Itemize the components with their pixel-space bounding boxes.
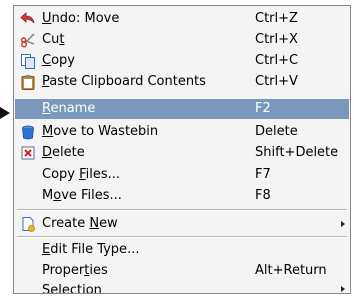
submenu-arrow-icon — [341, 221, 345, 227]
menu-item-undo[interactable]: Undo: Move Ctrl+Z — [15, 9, 349, 29]
menu-item-move-files[interactable]: Move Files... F8 — [15, 186, 349, 206]
menu-item-shortcut: Shift+Delete — [255, 145, 339, 160]
menu-separator — [17, 209, 347, 211]
menu-item-edit-file-type[interactable]: Edit File Type... — [15, 240, 349, 260]
menu-item-shortcut: Ctrl+V — [255, 74, 298, 89]
menu-item-shortcut: F2 — [255, 101, 271, 116]
menu-item-label: Move to Wastebin — [42, 124, 159, 139]
menu-item-move-to-wastebin[interactable]: Move to Wastebin Delete — [15, 122, 349, 142]
wastebin-icon — [20, 124, 36, 140]
menu-item-shortcut: Delete — [255, 124, 298, 139]
menu-item-shortcut: F7 — [255, 167, 271, 182]
screen: Undo: Move Ctrl+Z Cut Ctrl+X Copy Ctrl+C… — [0, 0, 354, 297]
cut-icon — [20, 32, 36, 48]
menu-item-label: Move Files... — [42, 188, 122, 203]
undo-icon — [20, 11, 36, 27]
menu-item-label: Paste Clipboard Contents — [42, 74, 206, 89]
menu-item-properties[interactable]: Properties Alt+Return — [15, 261, 349, 281]
menu-item-copy[interactable]: Copy Ctrl+C — [15, 51, 349, 71]
context-menu: Undo: Move Ctrl+Z Cut Ctrl+X Copy Ctrl+C… — [13, 5, 351, 294]
menu-item-shortcut: Alt+Return — [255, 263, 327, 278]
menu-item-shortcut: Ctrl+X — [255, 32, 298, 47]
paste-icon — [20, 74, 36, 90]
menu-item-shortcut: F8 — [255, 188, 271, 203]
create-new-icon — [20, 216, 36, 232]
menu-item-label: Edit File Type... — [42, 242, 140, 257]
menu-item-shortcut: Ctrl+Z — [255, 11, 298, 26]
menu-item-cut[interactable]: Cut Ctrl+X — [15, 30, 349, 50]
menu-separator — [17, 236, 347, 238]
copy-icon — [20, 53, 36, 69]
menu-item-delete[interactable]: Delete Shift+Delete — [15, 143, 349, 163]
menu-item-label: Copy Files... — [42, 167, 121, 182]
menu-item-rename[interactable]: Rename F2 — [15, 99, 349, 119]
menu-item-label: Delete — [42, 145, 85, 160]
menu-item-label: Create New — [42, 216, 118, 231]
submenu-arrow-icon — [341, 286, 345, 292]
menu-item-label: Undo: Move — [42, 11, 120, 26]
menu-item-selection[interactable]: Selection — [15, 281, 349, 293]
menu-item-label: Selection — [42, 283, 102, 293]
menu-item-shortcut: Ctrl+C — [255, 53, 299, 68]
menu-item-copy-files[interactable]: Copy Files... F7 — [15, 165, 349, 185]
menu-item-label: Rename — [42, 101, 96, 116]
delete-icon — [20, 145, 36, 161]
menu-item-label: Copy — [42, 53, 75, 68]
pointer-arrow-icon — [0, 107, 10, 119]
menu-item-label: Cut — [42, 32, 65, 47]
menu-item-create-new[interactable]: Create New — [15, 214, 349, 234]
menu-item-label: Properties — [42, 263, 108, 278]
menu-item-paste[interactable]: Paste Clipboard Contents Ctrl+V — [15, 72, 349, 92]
